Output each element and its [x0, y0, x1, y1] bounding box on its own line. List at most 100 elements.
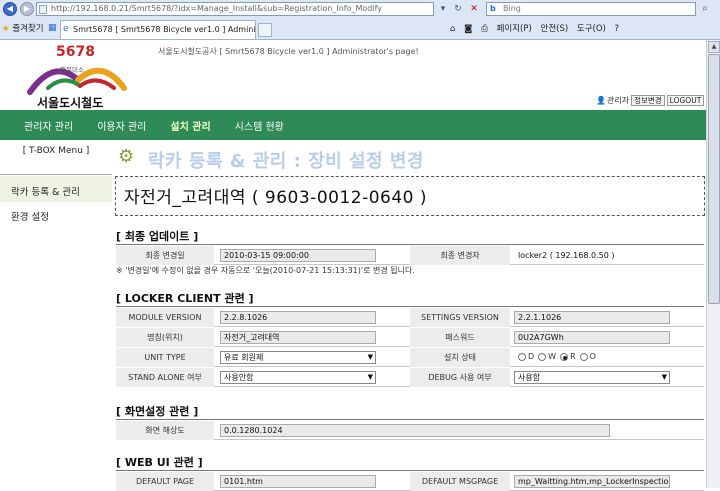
gear-icon: ⚙ [118, 146, 135, 167]
webui-row: DEFAULT PAGE 0101.htm DEFAULT MSGPAGE mp… [116, 472, 704, 491]
radio-d[interactable] [518, 352, 526, 361]
screen-row: 화면 해상도 0.0.1280.1024 [116, 421, 704, 440]
nav-item-users[interactable]: 이용자 관리 [97, 118, 146, 133]
debug-value: 사용함 [518, 373, 541, 382]
section-title-screen: [ 화면설정 관련 ] [116, 405, 199, 418]
page-icon [39, 5, 47, 14]
content: ⚙ 락카 등록 & 관리 : 장비 설정 변경 자전거_고려대역 ( 9603-… [112, 140, 706, 491]
new-tab-button[interactable] [258, 23, 272, 37]
favorites-button[interactable]: ★ 즐겨찾기 [2, 22, 44, 34]
section-divider [116, 244, 704, 245]
favorites-label: 즐겨찾기 [12, 24, 44, 34]
install-state-label: 설치 상태 [410, 348, 510, 367]
section-title-locker: [ LOCKER CLIENT 관련 ] [116, 292, 254, 305]
print-icon[interactable]: ⎙ [481, 24, 488, 34]
menu-tools[interactable]: 도구(O) [577, 24, 606, 34]
locker-row-standalone: STAND ALONE 여부 사용안함 ▼ DEBUG 사용 여부 사용함 ▼ [116, 368, 704, 387]
unit-type-label: UNIT TYPE [116, 348, 214, 367]
sidebar-divider [0, 174, 112, 175]
locker-row-name: 명칭(위치) 자전거_고려대역 패스워드 0U2A7GWh [116, 328, 704, 347]
default-page-field[interactable]: 0101.htm [220, 475, 376, 488]
scroll-thumb[interactable] [708, 54, 720, 304]
star-icon: ★ [2, 24, 10, 34]
standalone-select[interactable]: 사용안함 ▼ [220, 371, 376, 384]
info-change-button[interactable]: 정보변경 [631, 94, 665, 106]
stop-icon[interactable]: ✕ [468, 3, 480, 15]
section-divider [116, 419, 704, 420]
nav-item-admin[interactable]: 관리자 관리 [24, 118, 73, 133]
refresh-icon[interactable]: ↻ [452, 3, 464, 15]
browser-toolbar: ◀ ▶ http://192.168.0.21/Smrt5678/?idx=Ma… [0, 0, 720, 40]
command-bar: ⌂ ◙ ⎙ 페이지(P) 안전(S) 도구(O) ? [450, 22, 625, 34]
sidebar-title: [ T-BOX Menu ] [22, 146, 90, 156]
name-label: 명칭(위치) [116, 328, 214, 347]
password-label: 패스워드 [410, 328, 510, 347]
search-placeholder: Bing [503, 4, 521, 13]
default-msgpage-label: DEFAULT MSGPAGE [410, 472, 510, 491]
tab-title: Smrt5678 [ Smrt5678 Bicycle ver1.0 ] Adm… [73, 25, 256, 34]
logout-button[interactable]: LOGOUT [666, 94, 705, 106]
feed-icon[interactable]: ◙ [464, 24, 472, 34]
menu-page[interactable]: 페이지(P) [497, 24, 532, 34]
module-version-label: MODULE VERSION [116, 308, 214, 327]
changer-label: 최종 변경자 [410, 246, 510, 265]
chevron-down-icon: ▼ [367, 373, 373, 381]
section-divider [116, 470, 704, 471]
install-state-radios: D W R O [514, 352, 596, 361]
section-title-webui: [ WEB UI 관련 ] [116, 456, 203, 469]
password-field[interactable]: 0U2A7GWh [514, 331, 670, 344]
back-icon[interactable]: ◀ [3, 2, 17, 16]
default-msgpage-field[interactable]: mp_Waitting.htm,mp_LockerInspectio [514, 475, 670, 488]
radio-o-label: O [589, 352, 596, 361]
update-row: 최종 변경일 2010-03-15 09:00:00 최종 변경자 locker… [116, 246, 704, 265]
radio-o[interactable] [579, 352, 588, 361]
search-icon[interactable]: ⌕ [698, 3, 712, 15]
browser-tab[interactable]: e Smrt5678 [ Smrt5678 Bicycle ver1.0 ] A… [60, 20, 256, 39]
sidebar: [ T-BOX Menu ] 락카 등록 & 관리 환경 설정 [0, 140, 112, 488]
url-text: http://192.168.0.21/Smrt5678/?idx=Manage… [51, 4, 382, 13]
menu-safety[interactable]: 안전(S) [541, 24, 569, 34]
section-divider [116, 306, 704, 307]
ie-icon: e [63, 24, 69, 34]
sidebar-item-locker[interactable]: 락카 등록 & 관리 [11, 184, 80, 198]
changer-value: locker2 ( 192.168.0.50 ) [514, 249, 670, 262]
nav-item-install[interactable]: 설치 관리 [170, 118, 210, 133]
default-page-label: DEFAULT PAGE [116, 472, 214, 491]
logo-subtitle: 행복미소 [60, 66, 84, 74]
menu-help[interactable]: ? [615, 24, 620, 34]
chevron-down-icon: ▼ [661, 373, 667, 381]
search-input[interactable]: b Bing [486, 2, 696, 16]
chevron-down-icon: ▼ [367, 353, 373, 361]
logo[interactable]: 5678 행복미소 서울도시철도 [20, 44, 130, 110]
forward-icon[interactable]: ▶ [20, 2, 34, 16]
sidebar-item-settings[interactable]: 환경 설정 [11, 209, 49, 223]
device-name: 자전거_고려대역 ( 9603-0012-0640 ) [124, 188, 428, 208]
module-version-field[interactable]: 2.2.8.1026 [220, 311, 376, 324]
name-field[interactable]: 자전거_고려대역 [220, 331, 376, 344]
address-bar[interactable]: http://192.168.0.21/Smrt5678/?idx=Manage… [36, 2, 434, 16]
scroll-up-icon[interactable]: ▲ [708, 41, 720, 53]
debug-select[interactable]: 사용함 ▼ [514, 371, 670, 384]
unit-type-value: 유료 회원제 [224, 353, 264, 362]
section-title-update: [ 최종 업데이트 ] [116, 230, 199, 243]
locker-row-version: MODULE VERSION 2.2.8.1026 SETTINGS VERSI… [116, 308, 704, 327]
bing-icon: b [490, 4, 496, 13]
resolution-label: 화면 해상도 [116, 421, 214, 440]
radio-r[interactable] [560, 352, 569, 361]
admin-message: 서울도시철도공사 [ Smrt5678 Bicycle ver1.0 ] Adm… [158, 47, 419, 56]
unit-type-select[interactable]: 유료 회원제 ▼ [220, 351, 376, 364]
radio-w[interactable] [538, 352, 547, 361]
dropdown-icon[interactable]: ▾ [437, 3, 449, 15]
standalone-label: STAND ALONE 여부 [116, 368, 214, 387]
main-nav: 관리자 관리 이용자 관리 설치 관리 시스템 현황 [0, 110, 706, 140]
changed-date-field[interactable]: 2010-03-15 09:00:00 [220, 249, 376, 262]
tab-list-icon[interactable]: ▦ [48, 23, 57, 33]
home-icon[interactable]: ⌂ [450, 24, 455, 34]
nav-item-system[interactable]: 시스템 현황 [235, 118, 284, 133]
radio-r-label: R [570, 352, 576, 361]
admin-area: 👤 관리자 정보변경 LOGOUT [596, 94, 705, 106]
scrollbar[interactable]: ▲ [706, 40, 720, 488]
update-note: ※ '변경일'에 수정이 없을 경우 자동으로 '오늘(2010-07-21 1… [116, 266, 415, 275]
settings-version-field[interactable]: 2.2.1.1026 [514, 311, 670, 324]
resolution-field[interactable]: 0.0.1280.1024 [220, 424, 610, 437]
